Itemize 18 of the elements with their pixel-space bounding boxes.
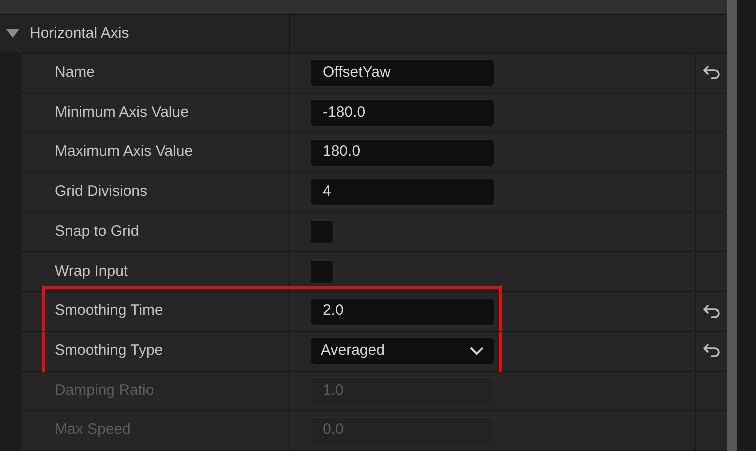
property-label: Wrap Input (55, 262, 128, 282)
property-label: Damping Ratio (55, 380, 154, 401)
property-label: Grid Divisions (55, 182, 148, 202)
dropdown[interactable]: Averaged (310, 337, 495, 366)
property-label: Smoothing Time (55, 301, 164, 322)
section-title: Horizontal Axis (30, 24, 130, 44)
property-label: Smoothing Type (55, 340, 164, 361)
value-field[interactable]: 4 (310, 178, 495, 206)
property-label: Name (55, 63, 96, 84)
value-field[interactable]: -180.0 (310, 98, 495, 127)
value-field[interactable]: 180.0 (310, 138, 495, 167)
dropdown-value: Averaged (321, 340, 385, 361)
property-label: Snap to Grid (55, 222, 140, 242)
property-label: Max Speed (55, 420, 131, 440)
value-field[interactable]: OffsetYaw (310, 59, 495, 88)
value-field[interactable]: 2.0 (310, 298, 495, 326)
property-label: Minimum Axis Value (55, 102, 189, 123)
property-label: Maximum Axis Value (55, 142, 194, 162)
